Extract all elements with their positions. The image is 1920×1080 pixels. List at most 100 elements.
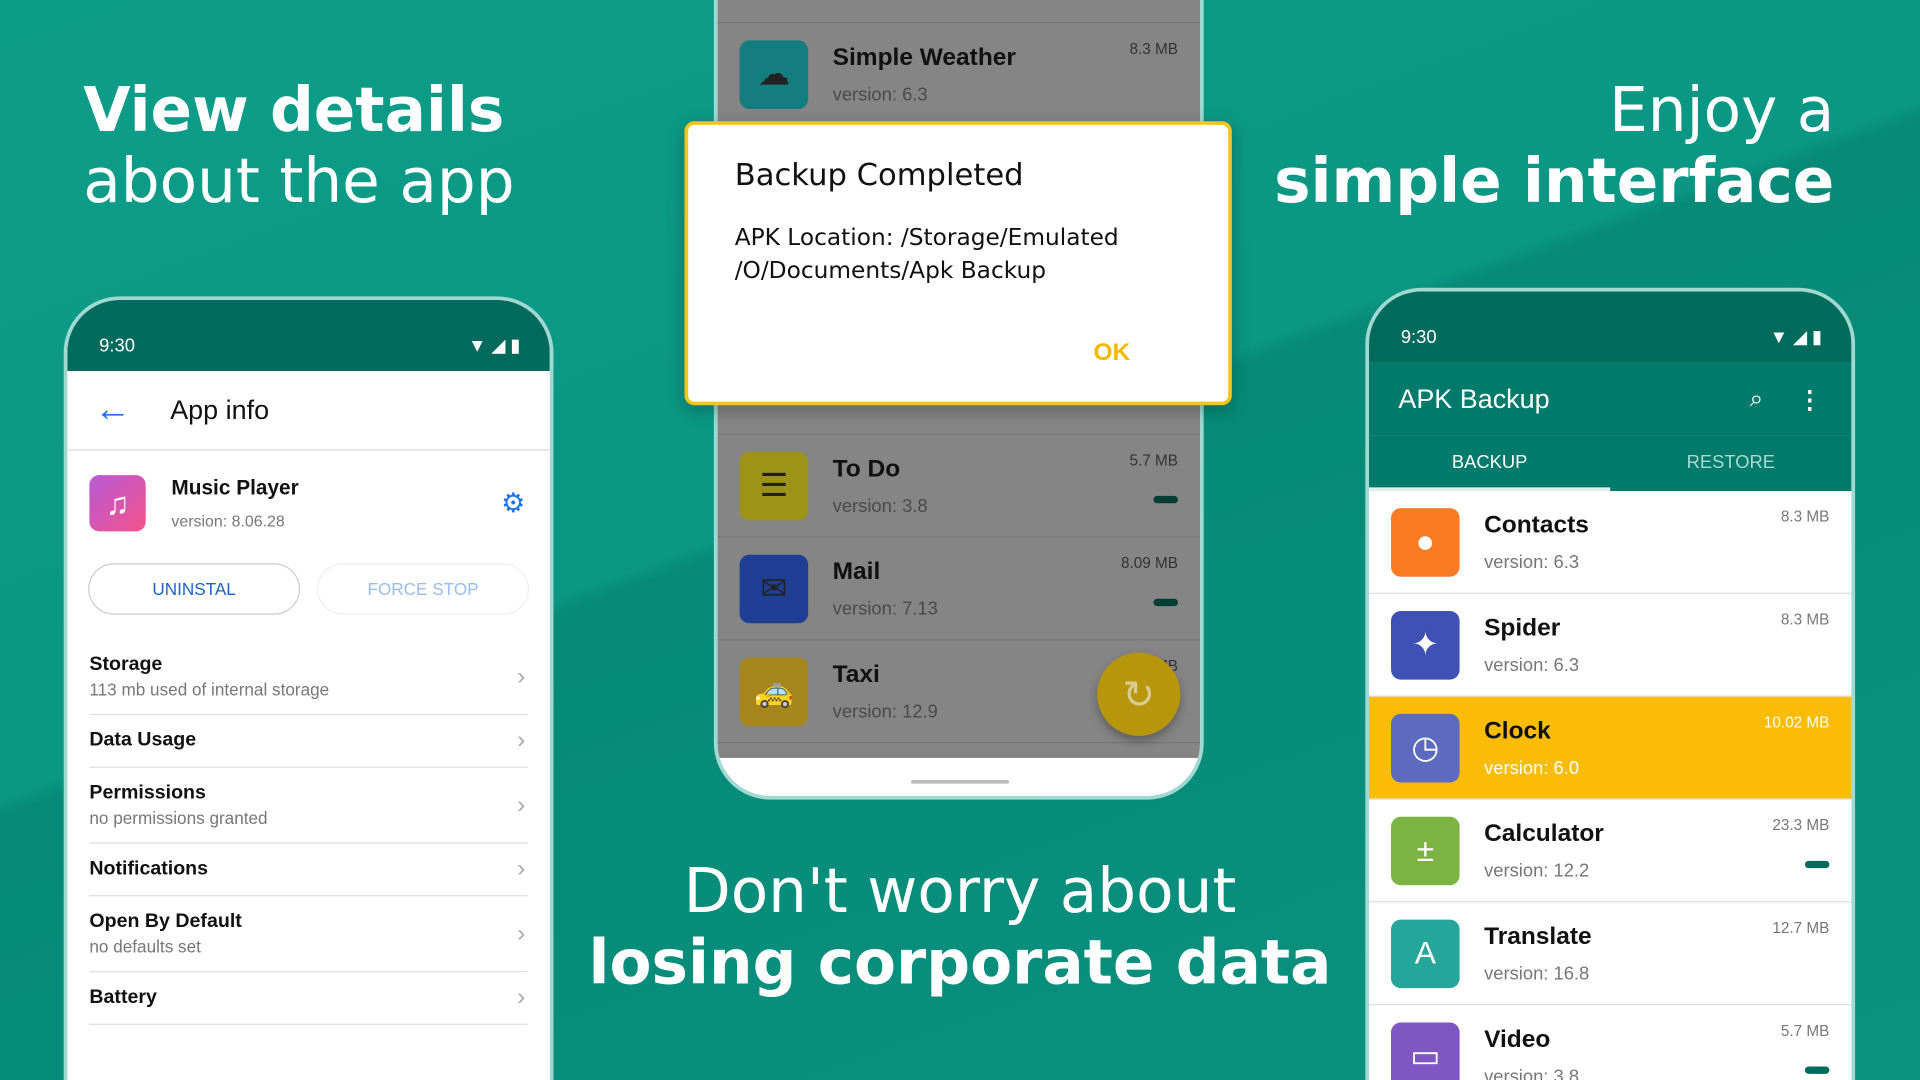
home-indicator[interactable] [911,780,1009,784]
promo-canvas: View details about the app Enjoy a simpl… [0,0,1920,1080]
tab-restore[interactable]: RESTORE [1610,436,1851,491]
status-bar: 9:30 ▼ ◢ ▮ [1368,291,1852,363]
status-time: 9:30 [99,335,135,357]
music-note-icon: ♫ [89,475,146,532]
app-name: Mail [832,557,881,585]
app-size: 8.3 MB [1129,40,1178,58]
chevron-right-icon: › [517,662,526,690]
wifi-icon: ▼ [468,334,487,356]
back-arrow-icon[interactable]: ← [94,389,131,431]
refresh-fab-icon[interactable]: ↻ [1097,652,1181,736]
progress-bar [1804,860,1830,869]
video-icon: ▭ [1391,1021,1460,1080]
app-name: To Do [832,454,901,482]
chevron-right-icon: › [517,919,526,947]
app-header: ♫ Music Player version: 8.06.28 ⚙ [67,451,549,532]
headline-text: Enjoy a [1609,74,1835,146]
app-version: version: 7.13 [832,598,938,619]
app-version: version: 3.8 [1484,1065,1580,1080]
app-name: Music Player [171,476,299,500]
info-item-title: Notifications [89,858,209,880]
app-list-item[interactable]: ● Contacts version: 6.3 8.3 MB [1368,491,1852,594]
clock-icon: ◷ [1391,713,1460,782]
backup-completed-dialog: Backup Completed APK Location: /Storage/… [684,121,1232,406]
chevron-right-icon: › [517,855,526,883]
app-size: 8.09 MB [1120,554,1178,572]
headline-text: simple interface [1274,145,1835,217]
checklist-icon: ☰ [739,451,809,520]
app-version: version: 12.2 [1484,860,1590,882]
status-time: 9:30 [1400,326,1437,348]
app-version: version: 6.0 [1484,757,1580,779]
progress-bar [1153,598,1178,607]
app-size: 5.7 MB [1129,451,1178,469]
app-list-item[interactable]: ▭ Video version: 3.8 5.7 MB [1369,1005,1851,1080]
info-item[interactable]: Notifications › [89,844,528,897]
toolbar: APK Backup ⌕ ⋮ [1368,362,1852,436]
app-list: ● Contacts version: 6.3 8.3 MB ✦ Spider ver… [1368,491,1852,1080]
cards-icon: ✦ [1391,610,1460,679]
tab-bar: BACKUP RESTORE [1368,435,1852,492]
info-item[interactable]: Permissions no permissions granted › [89,768,528,844]
ok-button[interactable]: OK [1093,339,1130,367]
app-version: version: 8.06.28 [171,511,285,531]
tab-backup[interactable]: BACKUP [1368,436,1611,492]
app-list-item[interactable]: ◷ Clock version: 6.0 10.02 MB [1368,696,1852,800]
app-list-item[interactable]: ± Calculator version: 12.2 23.3 MB [1368,800,1852,903]
app-size: 23.3 MB [1772,816,1830,834]
info-item-title: Permissions [89,782,206,804]
app-name: Spider [1484,614,1561,642]
action-buttons: UNINSTAL FORCE STOP [67,531,549,639]
more-vert-icon[interactable]: ⋮ [1798,384,1822,415]
info-item-title: Open By Default [89,911,242,932]
force-stop-button[interactable]: FORCE STOP [317,563,529,615]
page-title: App info [170,394,270,425]
chevron-right-icon: › [517,983,526,1011]
app-name: Translate [1484,922,1592,950]
battery-icon: ▮ [1811,326,1823,348]
person-icon: ● [1391,507,1460,577]
info-item[interactable]: Storage 113 mb used of internal storage › [89,639,528,716]
phone-app-info: 9:30 ▼ ◢ ▮ ← App info ♫ Music Player versi… [63,296,554,1080]
app-name: Video [1484,1025,1551,1053]
app-list-item[interactable]: A Translate version: 16.8 12.7 MB [1368,902,1852,1006]
info-item-subtitle: no permissions granted [89,808,268,828]
progress-bar [1804,1066,1830,1074]
info-item-subtitle: no defaults set [89,936,201,957]
headline-left: View details about the app [83,75,514,217]
app-list-item[interactable]: ✉ Mail version: 7.13 8.09 MB [717,538,1201,641]
signal-icon: ◢ [491,335,506,357]
headline-center: Don't worry about losing corporate data [576,857,1345,998]
info-item[interactable]: Battery › [89,972,528,1025]
app-size: 10.02 MB [1763,713,1830,732]
info-item[interactable]: Open By Default no defaults set › [89,896,528,973]
app-name: Contacts [1484,511,1589,539]
calculator-icon: ± [1391,816,1460,885]
app-name: Calculator [1484,819,1604,847]
uninstall-button[interactable]: UNINSTAL [88,563,301,615]
app-list-item[interactable]: ☰ To Do version: 3.8 5.7 MB [717,435,1201,538]
app-size: 5.7 MB [1780,1022,1830,1040]
chevron-right-icon: › [517,726,526,754]
app-version: version: 12.9 [832,701,938,722]
app-version: version: 3.8 [832,495,928,517]
app-list-item[interactable]: ☁ Simple Weather version: 6.3 8.3 MB [717,23,1201,127]
headline-text: losing corporate data [588,926,1332,998]
gear-icon[interactable]: ⚙ [501,487,525,519]
chevron-right-icon: › [517,791,526,818]
list-row-partial [717,0,1201,24]
app-size: 8.3 MB [1780,508,1830,526]
app-version: version: 6.3 [832,83,928,105]
progress-bar [1153,495,1178,504]
battery-icon: ▮ [510,335,521,357]
info-item-title: Storage [89,653,163,675]
app-list-item[interactable]: ✦ Spider version: 6.3 8.3 MB [1368,594,1852,697]
signal-icon: ◢ [1792,326,1808,348]
info-list: Storage 113 mb used of internal storage › D… [67,639,549,1025]
info-item-title: Battery [89,986,157,1008]
app-title: APK Backup [1398,383,1550,414]
translate-icon: A [1391,918,1460,988]
info-item[interactable]: Data Usage › [89,715,528,768]
search-icon[interactable]: ⌕ [1750,385,1764,413]
app-version: version: 6.3 [1484,654,1580,676]
